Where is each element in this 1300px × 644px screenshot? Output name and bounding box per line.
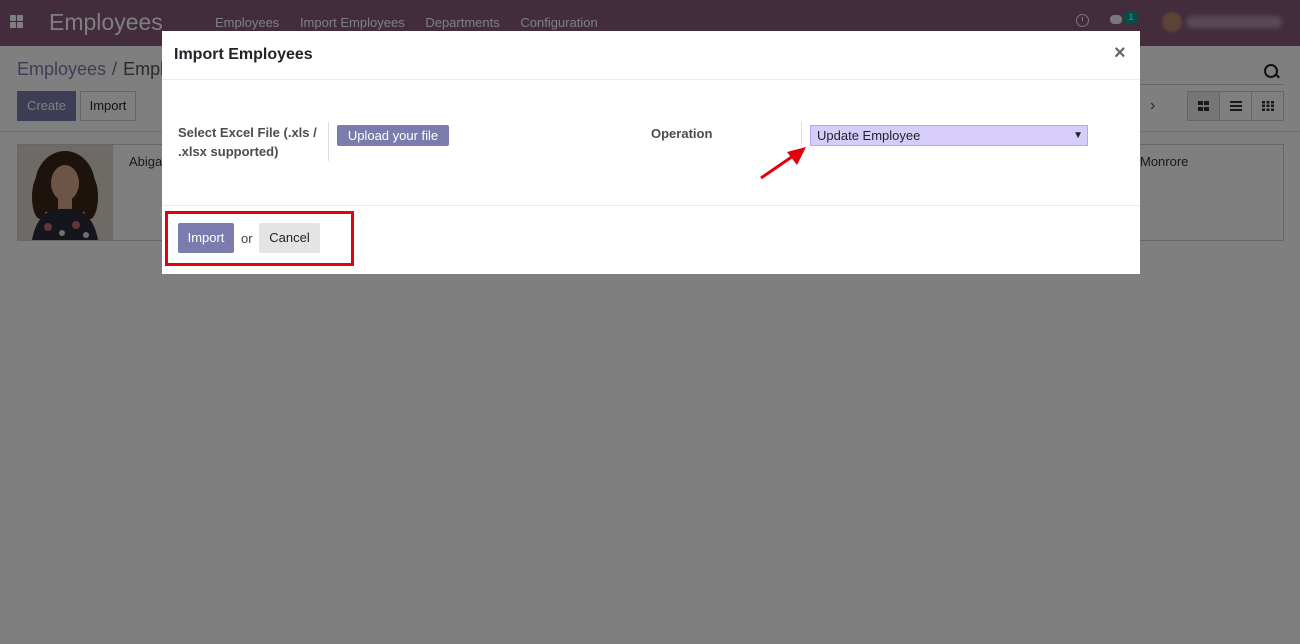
modal-header: Import Employees × <box>162 31 1140 80</box>
operation-select[interactable]: Update Employee ▼ <box>810 125 1088 146</box>
excel-file-label: Select Excel File (.xls / .xlsx supporte… <box>178 125 317 159</box>
modal-title: Import Employees <box>174 46 313 63</box>
caret-down-icon: ▼ <box>1073 130 1083 141</box>
operation-label: Operation <box>651 126 713 141</box>
annotation-highlight-box <box>165 211 354 266</box>
operation-selected-value: Update Employee <box>817 128 921 143</box>
upload-file-button[interactable]: Upload your file <box>337 125 449 146</box>
close-icon[interactable]: × <box>1114 42 1126 65</box>
field-separator <box>328 122 329 161</box>
field-separator <box>801 122 802 146</box>
